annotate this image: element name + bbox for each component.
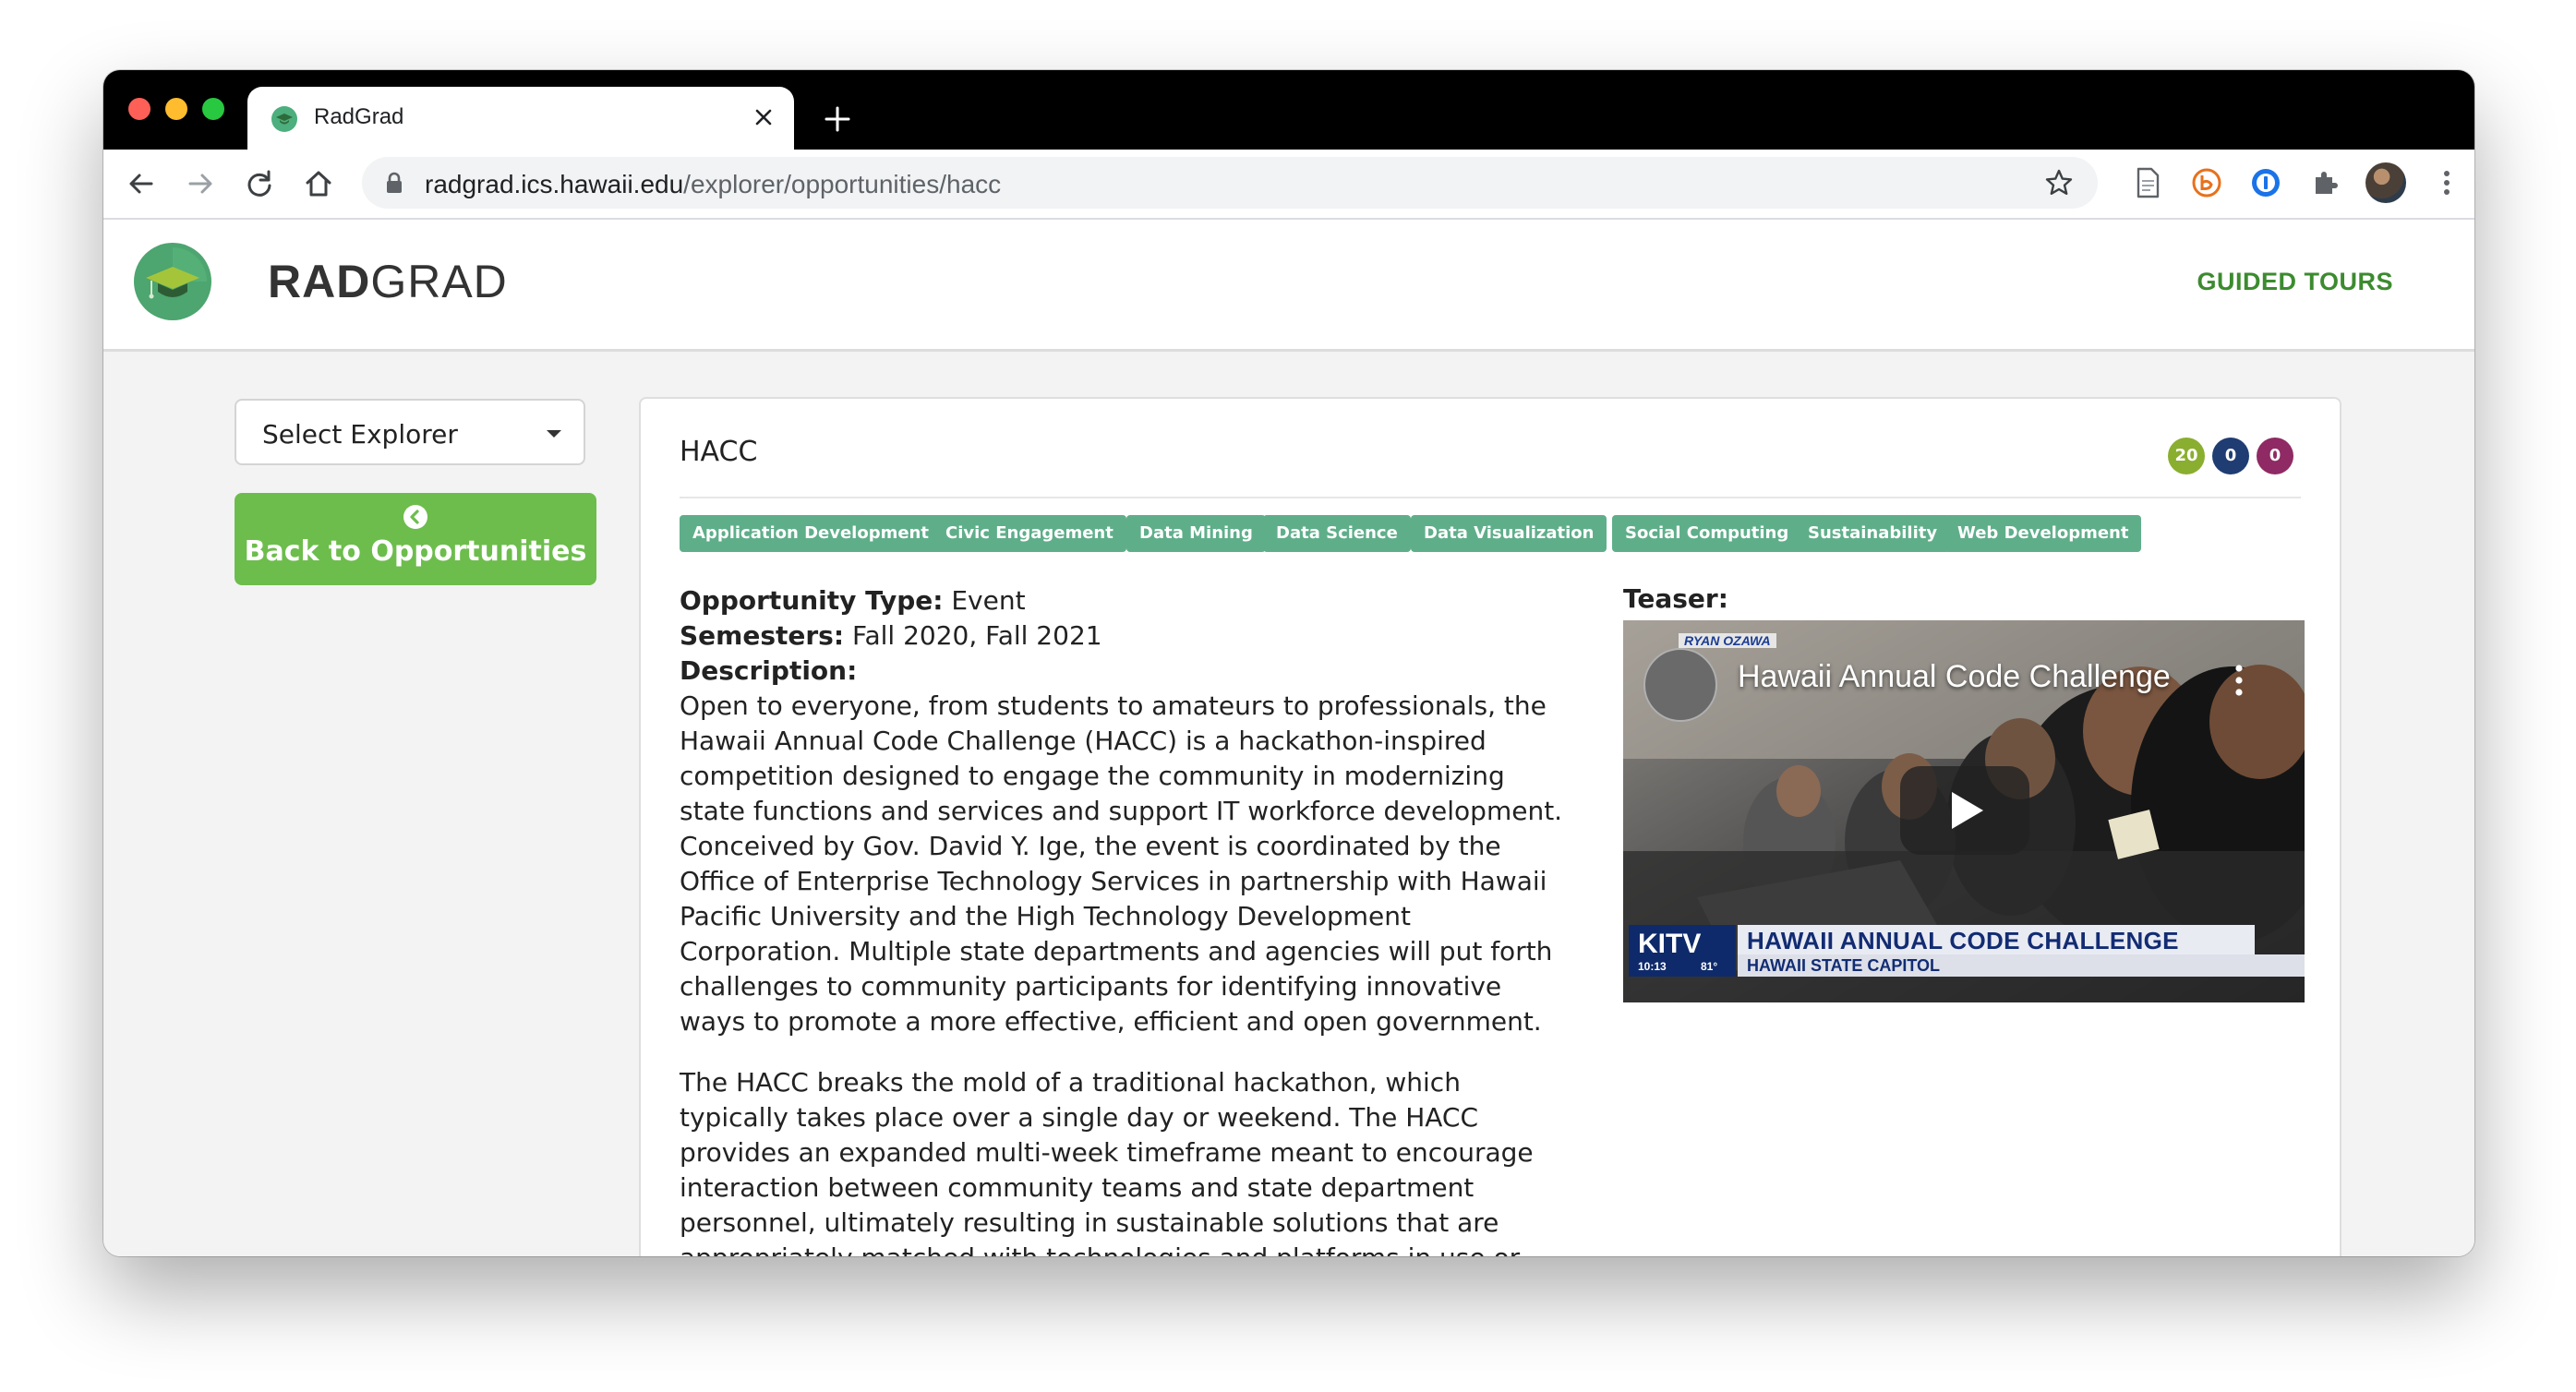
url-host: radgrad.ics.hawaii.edu — [425, 170, 684, 198]
tag-application-development[interactable]: Application Development — [680, 515, 942, 552]
channel-avatar[interactable] — [1643, 648, 1717, 722]
description-heading: Description: — [680, 655, 858, 686]
back-button-label: Back to Opportunities — [244, 535, 587, 568]
teaser-video-player[interactable]: RYAN OZAWA Hawaii Annual Code Challenge … — [1623, 620, 2305, 1002]
extensions-puzzle-icon[interactable] — [2308, 166, 2341, 199]
url-path: /explorer/opportunities/hacc — [683, 170, 1002, 198]
web-page: RADGRAD GUIDED TOURS Select Explorer Bac… — [103, 220, 2474, 1256]
completed-count-badge[interactable]: 0 — [2257, 438, 2293, 474]
new-tab-icon[interactable] — [824, 105, 851, 133]
play-button[interactable] — [1900, 766, 2029, 855]
home-icon[interactable] — [303, 168, 334, 199]
opportunity-details: Opportunity Type: Event Semesters: Fall … — [680, 583, 1573, 1256]
radgrad-favicon-icon — [271, 106, 297, 132]
minimize-window-button[interactable] — [165, 98, 187, 120]
news-headline: HAWAII ANNUAL CODE CHALLENGE — [1747, 927, 2179, 954]
semesters-row: Semesters: Fall 2020, Fall 2021 — [680, 618, 1573, 654]
opportunity-type-value: Event — [943, 585, 1026, 616]
subline-bar: HAWAII STATE CAPITOL — [1738, 954, 2305, 977]
video-title[interactable]: Hawaii Annual Code Challenge — [1738, 659, 2171, 695]
dropdown-caret-icon — [547, 430, 561, 438]
planned-count-badge[interactable]: 0 — [2212, 438, 2249, 474]
close-window-button[interactable] — [128, 98, 150, 120]
semesters-value: Fall 2020, Fall 2021 — [844, 620, 1102, 651]
description-paragraph-2: The HACC breaks the mold of a traditiona… — [680, 1067, 1534, 1256]
news-lower-third: KITV 10:13 81° HAWAII ANNUAL CODE CHALLE… — [1623, 925, 2305, 978]
back-to-opportunities-button[interactable]: Back to Opportunities — [235, 493, 596, 585]
tag-civic-engagement[interactable]: Civic Engagement — [933, 515, 1126, 552]
reader-mode-icon[interactable] — [2131, 166, 2164, 199]
select-explorer-dropdown[interactable]: Select Explorer — [235, 399, 585, 465]
reload-icon[interactable] — [244, 168, 275, 199]
broadcast-temp: 81° — [1701, 960, 1718, 973]
extension-orange-icon[interactable] — [2190, 166, 2223, 199]
more-menu-icon[interactable] — [2430, 166, 2463, 199]
broadcast-time: 10:13 — [1638, 960, 1667, 973]
title-divider — [680, 497, 2301, 498]
password-manager-icon[interactable] — [2249, 166, 2282, 199]
opportunity-title: HACC — [680, 436, 758, 468]
maximize-window-button[interactable] — [202, 98, 224, 120]
description-label: Description: — [680, 654, 1573, 689]
lock-icon[interactable] — [384, 172, 404, 194]
site-header: RADGRAD GUIDED TOURS — [103, 220, 2474, 352]
semesters-label: Semesters: — [680, 620, 845, 651]
select-explorer-label: Select Explorer — [262, 419, 458, 450]
brand-bold: RAD — [268, 256, 371, 307]
forward-arrow-icon[interactable] — [185, 168, 216, 199]
video-overlay-tag: RYAN OZAWA — [1679, 633, 1776, 648]
description-paragraph-1: Open to everyone, from students to amate… — [680, 690, 1563, 1037]
tag-data-visualization[interactable]: Data Visualization — [1411, 515, 1607, 552]
tab-title: RadGrad — [314, 104, 404, 129]
guided-tours-link[interactable]: GUIDED TOURS — [2197, 268, 2393, 296]
opportunity-card: HACC 20 0 0 Application Development Civi… — [639, 397, 2341, 1256]
chevron-left-circle-icon — [403, 505, 427, 529]
play-icon — [1952, 792, 1983, 829]
tag-data-science[interactable]: Data Science — [1263, 515, 1411, 552]
back-arrow-icon[interactable] — [126, 168, 157, 199]
address-bar[interactable]: radgrad.ics.hawaii.edu/explorer/opportun… — [362, 157, 2098, 209]
browser-toolbar: radgrad.ics.hawaii.edu/explorer/opportun… — [103, 150, 2474, 220]
close-tab-icon[interactable] — [753, 107, 774, 127]
url-text[interactable]: radgrad.ics.hawaii.edu/explorer/opportun… — [425, 170, 1001, 199]
bookmark-star-icon[interactable] — [2044, 168, 2074, 198]
video-more-icon[interactable] — [2234, 665, 2244, 696]
browser-tab[interactable]: RadGrad — [247, 87, 794, 150]
opportunity-type-row: Opportunity Type: Event — [680, 583, 1573, 618]
station-name: KITV — [1638, 929, 1702, 959]
news-subline: HAWAII STATE CAPITOL — [1747, 956, 1941, 975]
tab-bar: RadGrad — [103, 70, 2474, 150]
stats-badges: 20 0 0 — [2168, 438, 2297, 474]
tag-sustainability[interactable]: Sustainability — [1795, 515, 1951, 552]
tag-social-computing[interactable]: Social Computing — [1612, 515, 1802, 552]
interested-count-badge[interactable]: 20 — [2168, 438, 2205, 474]
tag-web-development[interactable]: Web Development — [1944, 515, 2142, 552]
radgrad-logo-icon[interactable] — [133, 242, 212, 321]
station-logo: KITV 10:13 81° — [1629, 925, 1736, 977]
headline-bar: HAWAII ANNUAL CODE CHALLENGE — [1738, 925, 2255, 954]
brand-logotype[interactable]: RADGRAD — [268, 255, 508, 308]
tag-data-mining[interactable]: Data Mining — [1126, 515, 1266, 552]
teaser-label: Teaser: — [1623, 583, 1728, 614]
browser-window: RadGrad radgrad.ics.hawaii.edu/explorer/… — [103, 70, 2474, 1256]
brand-light: GRAD — [370, 256, 508, 307]
opportunity-type-label: Opportunity Type: — [680, 585, 944, 616]
profile-avatar[interactable] — [2365, 162, 2406, 203]
